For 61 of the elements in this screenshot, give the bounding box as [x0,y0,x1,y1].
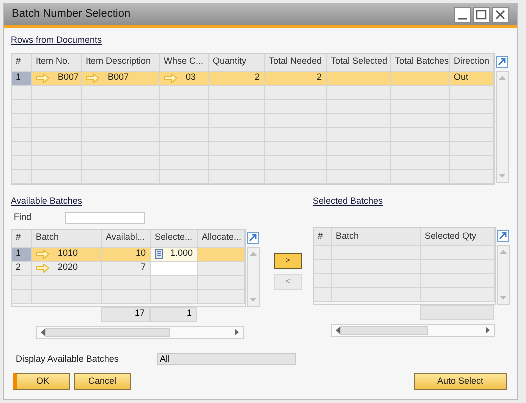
table-cell-text: 10 [136,247,146,260]
table-row[interactable]: 1 B007 B007 03 2 2 Out [12,72,494,86]
horizontal-scrollbar[interactable] [331,324,495,337]
scroll-up-icon[interactable] [250,252,257,256]
display-field[interactable]: All [157,353,296,366]
total-cell: 1 [150,306,197,322]
table-cell-text: 2 [316,71,322,84]
link-arrow-icon[interactable] [36,264,50,272]
table-cell-text: 2020 [58,261,78,274]
scroll-right-icon[interactable] [235,328,239,336]
dialog-button[interactable]: OK [13,373,70,390]
find-field[interactable] [64,212,145,224]
table-cell [102,290,151,304]
section-link[interactable]: Rows from Documents [11,34,510,48]
scroll-up-icon[interactable] [499,76,506,80]
table-row[interactable]: 2 2020 7 [12,262,245,276]
find-label: Find [13,211,32,224]
move-button[interactable]: > [274,252,302,268]
link-arrow-icon[interactable] [164,74,178,82]
calculator-icon[interactable] [155,249,163,259]
table-cell-text: B007 [108,71,130,84]
maximize-icon[interactable] [473,6,490,22]
scroll-up-icon[interactable] [500,250,507,254]
section-link[interactable]: Available Batches [11,194,270,208]
table-cell-text: 1 [16,71,22,84]
scroll-thumb[interactable] [45,328,170,336]
table-cell-text: 1 [16,247,22,260]
expand-icon[interactable] [497,230,509,242]
vertical-scrollbar[interactable] [247,246,260,306]
minimize-icon[interactable] [454,6,471,22]
table-cell-text: B007 [58,71,80,84]
horizontal-scrollbar[interactable] [36,326,244,338]
table-cell-text: 7 [140,261,146,274]
close-icon[interactable] [492,6,509,22]
vertical-scrollbar[interactable] [497,245,510,305]
expand-icon[interactable] [247,232,259,244]
total-cell: 17 [101,306,150,322]
dialog-button[interactable]: Cancel [74,373,131,390]
scroll-down-icon[interactable] [500,296,507,300]
link-arrow-icon[interactable] [86,74,100,82]
link-arrow-icon[interactable] [36,250,50,258]
table-cell [151,262,198,276]
table-cell-text: 03 [186,71,196,84]
scroll-down-icon[interactable] [499,174,506,178]
scroll-thumb[interactable] [340,326,428,335]
vertical-scrollbar[interactable] [496,70,509,182]
table-cell-text: 1010 [58,247,78,260]
window-title: Batch Number Selection [12,7,131,22]
table-cell [151,290,198,304]
table-cell-text: Out [454,71,469,84]
section-link[interactable]: Selected Batches [313,194,510,208]
table-cell-text: 2 [16,261,22,274]
table-row[interactable]: 1 1010 10 1.000 [12,248,245,262]
auto-select-button[interactable]: Auto Select [414,373,507,390]
table-cell [32,290,102,304]
link-arrow-icon[interactable] [36,74,50,82]
display-label: Display Available Batches [16,352,120,366]
table-cell-text: 2 [254,71,260,84]
scroll-right-icon[interactable] [486,327,490,334]
scroll-down-icon[interactable] [250,298,257,302]
expand-icon[interactable] [496,56,508,68]
